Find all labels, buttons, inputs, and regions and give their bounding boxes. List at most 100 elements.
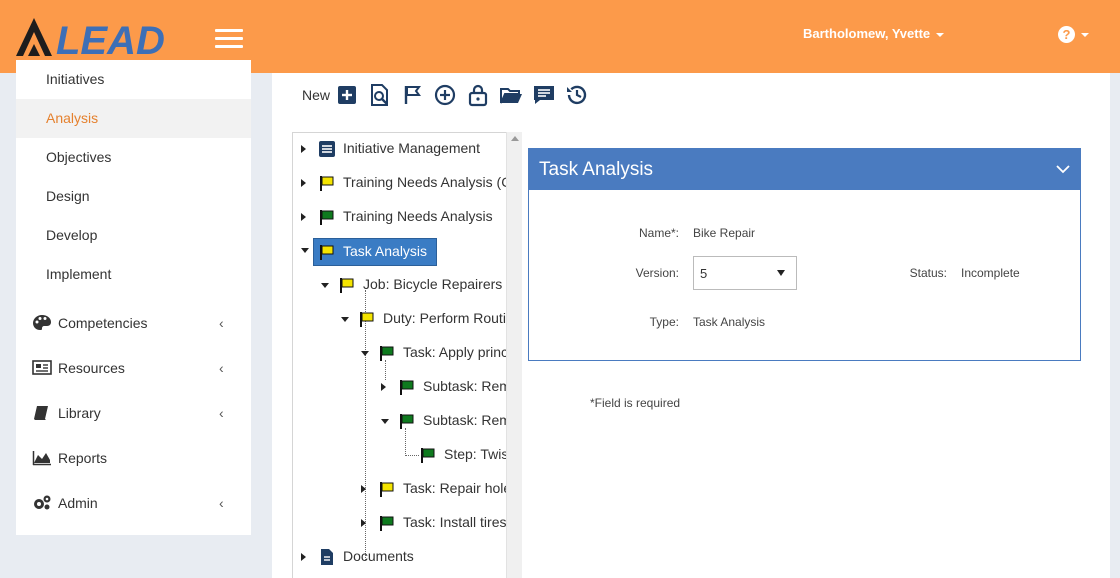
tree-node-label: Subtask: Rem	[423, 378, 511, 394]
panel-title: Task Analysis	[539, 159, 654, 180]
tree-node-task-apply-principles[interactable]: Task: Apply princ	[361, 341, 521, 365]
expand-icon[interactable]	[381, 383, 386, 391]
tree-node-subtask-2[interactable]: Subtask: Rem	[381, 409, 521, 433]
dropdown-arrow-icon	[777, 270, 785, 276]
expand-icon[interactable]	[301, 145, 306, 153]
tree-node-step-twist[interactable]: Step: Twis	[401, 443, 521, 467]
type-value: Task Analysis	[693, 315, 766, 329]
collapse-icon[interactable]	[361, 351, 369, 356]
sidebar-item-analysis[interactable]: Analysis	[16, 99, 251, 138]
sidebar-item-initiatives[interactable]: Initiatives	[16, 60, 251, 99]
tree-node-label: Task Analysis	[343, 243, 428, 259]
sidebar-item-label: Initiatives	[46, 71, 105, 87]
tree-node-label: Task: Install tires	[403, 514, 507, 530]
collapse-icon[interactable]	[301, 248, 309, 253]
sidebar-item-reports[interactable]: Reports	[16, 438, 251, 478]
folder-open-icon[interactable]	[499, 83, 523, 107]
sidebar-item-develop[interactable]: Develop	[16, 216, 251, 255]
sidebar-item-admin[interactable]: Admin ‹	[16, 483, 251, 523]
page-gutter	[1110, 73, 1120, 578]
tree-connector	[405, 455, 419, 456]
version-select[interactable]: 5	[693, 256, 797, 290]
tree-scrollbar[interactable]	[506, 132, 522, 578]
sidebar-item-label: Competencies	[58, 315, 148, 331]
tree-node-job-bicycle-repairers[interactable]: Job: Bicycle Repairers	[321, 273, 521, 297]
search-document-icon[interactable]	[368, 83, 392, 107]
add-icon[interactable]	[336, 83, 360, 107]
green-flag-icon	[400, 380, 414, 395]
expand-icon[interactable]	[301, 179, 306, 187]
tree-node-training-needs-analysis[interactable]: Training Needs Analysis	[301, 205, 521, 229]
logo-text: LEAD	[56, 19, 165, 63]
scroll-up-icon[interactable]	[511, 136, 519, 141]
chevron-left-icon: ‹	[219, 360, 224, 376]
panel-header[interactable]: Task Analysis	[529, 149, 1080, 190]
sidebar-item-objectives[interactable]: Objectives	[16, 138, 251, 177]
sidebar-item-label: Reports	[58, 450, 108, 466]
collapse-icon[interactable]	[381, 419, 389, 424]
sidebar-item-design[interactable]: Design	[16, 177, 251, 216]
expand-icon[interactable]	[361, 485, 366, 493]
palette-icon	[33, 315, 51, 330]
sidebar-item-library[interactable]: Library ‹	[16, 393, 251, 433]
tree-node-task-install-tires[interactable]: Task: Install tires	[361, 511, 521, 535]
name-value: Bike Repair	[693, 226, 756, 240]
tree-node-label: Duty: Perform Routi	[383, 310, 506, 326]
tree-node-label: Job: Bicycle Repairers	[363, 276, 503, 292]
sidebar-item-label: Design	[46, 188, 90, 204]
help-icon: ?	[1058, 26, 1075, 44]
type-label: Type:	[649, 315, 679, 329]
green-flag-icon	[400, 414, 414, 429]
version-label: Version:	[635, 266, 679, 280]
chevron-left-icon: ‹	[219, 405, 224, 421]
cogs-icon	[34, 495, 51, 510]
expand-icon[interactable]	[301, 213, 306, 221]
lock-icon[interactable]	[466, 83, 490, 107]
chevron-down-icon[interactable]	[1056, 162, 1070, 176]
sidebar-item-label: Develop	[46, 227, 98, 243]
tree-node-task-repair-hole[interactable]: Task: Repair hole	[361, 477, 521, 501]
flag-icon[interactable]	[401, 83, 425, 107]
yellow-flag-icon	[320, 176, 334, 191]
sidebar-item-label: Library	[58, 405, 101, 421]
sidebar-item-competencies[interactable]: Competencies ‹	[16, 303, 251, 343]
yellow-flag-icon	[340, 278, 354, 293]
sidebar-item-label: Implement	[46, 266, 112, 282]
user-name: Bartholomew, Yvette	[803, 26, 931, 41]
list-doc-icon	[319, 141, 335, 157]
sidebar-item-resources[interactable]: Resources ‹	[16, 348, 251, 388]
tree-node-label: Initiative Management	[343, 140, 480, 156]
tree-node-label: Task: Apply princ	[403, 344, 509, 360]
yellow-flag-icon	[360, 312, 374, 327]
help-menu[interactable]: ?	[1058, 26, 1089, 44]
tree-node-label: Training Needs Analysis	[343, 208, 493, 224]
tree-node-label: Step: Twis	[444, 446, 509, 462]
plus-circle-icon[interactable]	[433, 83, 457, 107]
sidebar-item-label: Admin	[58, 495, 98, 511]
collapse-icon[interactable]	[341, 317, 349, 322]
sidebar-item-implement[interactable]: Implement	[16, 255, 251, 294]
tree-node-label: Subtask: Rem	[423, 412, 511, 428]
tree-node-documents[interactable]: Documents	[301, 545, 521, 569]
tree-node-task-analysis[interactable]: Task Analysis	[301, 238, 521, 266]
chevron-left-icon: ‹	[219, 315, 224, 331]
area-chart-icon	[32, 451, 51, 466]
green-flag-icon	[320, 210, 334, 225]
chevron-left-icon: ‹	[219, 495, 224, 511]
menu-toggle-icon[interactable]	[215, 29, 243, 49]
history-icon[interactable]	[565, 83, 589, 107]
tree-node-training-needs-analysis-copy[interactable]: Training Needs Analysis (C	[301, 171, 521, 195]
green-flag-icon	[380, 346, 394, 361]
chevron-down-icon	[936, 32, 945, 37]
version-value: 5	[700, 266, 708, 281]
tree-node-subtask-1[interactable]: Subtask: Rem	[381, 375, 521, 399]
expand-icon[interactable]	[361, 519, 366, 527]
tree-node-initiative-management[interactable]: Initiative Management	[301, 137, 521, 161]
user-menu[interactable]: Bartholomew, Yvette	[803, 26, 945, 41]
chevron-down-icon	[1081, 32, 1089, 37]
comment-icon[interactable]	[532, 83, 556, 107]
expand-icon[interactable]	[301, 553, 306, 561]
collapse-icon[interactable]	[321, 283, 329, 288]
tree-node-duty-perform-routine[interactable]: Duty: Perform Routi	[341, 307, 521, 331]
yellow-flag-icon	[320, 245, 334, 260]
